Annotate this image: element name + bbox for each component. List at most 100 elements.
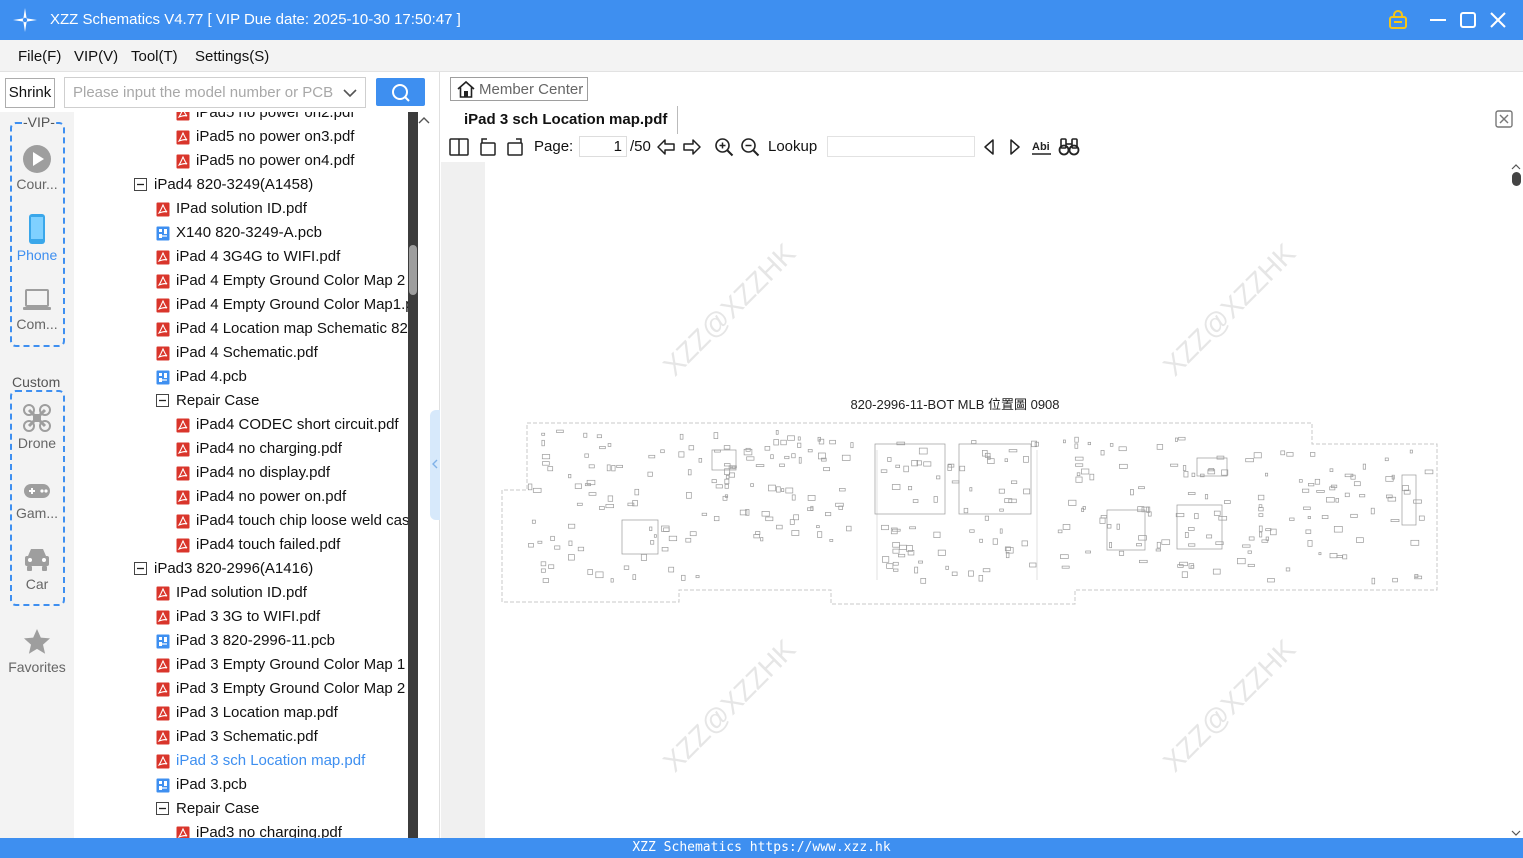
lock-icon[interactable] — [1387, 9, 1409, 31]
search-input[interactable] — [65, 78, 340, 107]
binoculars-icon[interactable] — [1058, 137, 1080, 157]
collapse-toggle-icon[interactable] — [156, 394, 169, 407]
category-car[interactable]: Car — [0, 544, 74, 592]
board-component — [648, 454, 656, 459]
board-component — [791, 494, 796, 501]
rotate-left-icon[interactable] — [478, 137, 498, 157]
board-component — [1188, 527, 1195, 531]
board-component — [1259, 531, 1263, 538]
maximize-icon[interactable] — [1457, 9, 1479, 31]
menu-settings[interactable]: Settings(S) — [195, 48, 269, 65]
category-phone[interactable]: Phone — [0, 213, 74, 263]
board-component — [1011, 480, 1018, 484]
board-component — [701, 512, 708, 516]
pdf-file-icon — [156, 250, 170, 265]
match-whole-word-icon[interactable]: Abi — [1031, 137, 1053, 157]
board-component — [577, 546, 585, 552]
tree-item-label: iPad 4 Location map Schematic 820 — [176, 320, 408, 337]
board-component — [542, 578, 549, 583]
panel-splitter-handle[interactable] — [430, 410, 440, 520]
board-component — [743, 448, 753, 456]
pdf-file-icon — [156, 322, 170, 337]
board-component — [1280, 450, 1286, 456]
viewer-scrollbar[interactable] — [1509, 162, 1523, 838]
board-component — [773, 439, 779, 446]
tree-scroll-thumb[interactable] — [409, 245, 417, 295]
collapse-toggle-icon[interactable] — [134, 178, 147, 191]
document-tab[interactable]: iPad 3 sch Location map.pdf — [450, 106, 678, 134]
board-component — [1075, 476, 1083, 483]
pdf-file-icon — [176, 418, 190, 433]
board-component — [1413, 499, 1422, 504]
collapse-toggle-icon[interactable] — [156, 802, 169, 815]
zoom-out-icon[interactable] — [740, 137, 760, 157]
tree-item-label: iPad 3 Location map.pdf — [176, 704, 338, 721]
board-component — [634, 488, 640, 496]
chevron-down-icon[interactable] — [342, 86, 358, 100]
pdf-page-area[interactable]: XZZ@XZZHK XZZ@XZZHK XZZ@XZZHK XZZ@XZZHK … — [441, 162, 1523, 838]
board-component — [661, 525, 670, 532]
rotate-right-icon[interactable] — [505, 137, 525, 157]
pdf-toolbar: Page: /50 Lookup Abi — [441, 134, 1523, 161]
board-component — [999, 508, 1004, 512]
board-component — [725, 475, 730, 480]
category-computer[interactable]: Com... — [0, 286, 74, 332]
board-component — [1182, 465, 1187, 471]
board-component — [650, 540, 655, 545]
zoom-in-icon[interactable] — [714, 137, 734, 157]
viewer-scroll-thumb[interactable] — [1512, 172, 1521, 186]
tree-item-label: IPad solution ID.pdf — [176, 584, 307, 601]
tree-scroll-track[interactable] — [408, 112, 418, 838]
page-number-input[interactable] — [579, 136, 627, 157]
board-component — [1424, 469, 1434, 475]
board-component — [846, 525, 852, 532]
member-center-button[interactable]: Member Center — [450, 77, 588, 101]
two-page-view-icon[interactable] — [449, 137, 469, 157]
board-component — [892, 561, 899, 566]
pdf-file-icon — [176, 826, 190, 838]
shrink-button[interactable]: Shrink — [5, 78, 55, 108]
board-component — [1107, 524, 1112, 529]
menu-tool[interactable]: Tool(T) — [131, 48, 178, 65]
close-document-icon[interactable] — [1495, 110, 1513, 128]
find-previous-icon[interactable] — [980, 137, 998, 157]
chevron-up-icon[interactable] — [1511, 163, 1521, 170]
document-tab-label: iPad 3 sch Location map.pdf — [464, 111, 668, 128]
board-component — [764, 446, 771, 451]
pdf-file-icon — [176, 112, 190, 121]
menu-file[interactable]: File(F) — [18, 48, 61, 65]
lookup-input[interactable] — [827, 136, 975, 157]
tree-item-label: iPad 4 3G4G to WIFI.pdf — [176, 248, 341, 265]
board-component — [1298, 479, 1303, 483]
board-component — [1023, 456, 1029, 463]
pdf-file-icon — [156, 586, 170, 601]
board-component — [992, 538, 998, 545]
tree-scrollbar[interactable] — [408, 112, 418, 838]
chevron-up-icon[interactable] — [418, 116, 430, 124]
next-page-arrow-icon[interactable] — [682, 137, 702, 157]
watermark: XZZ@XZZHK — [1157, 237, 1302, 382]
board-component — [850, 442, 854, 449]
category-game[interactable]: Gam... — [0, 479, 74, 521]
laptop-icon — [23, 289, 51, 310]
find-next-icon[interactable] — [1006, 137, 1024, 157]
board-component — [1100, 515, 1108, 519]
collapse-toggle-icon[interactable] — [134, 562, 147, 575]
board-component — [895, 464, 900, 468]
board-component — [527, 483, 533, 491]
close-icon[interactable] — [1487, 9, 1509, 31]
category-courses[interactable]: Cour... — [0, 144, 74, 192]
favorites-button[interactable]: Favorites — [0, 627, 74, 675]
minimize-icon[interactable] — [1427, 9, 1449, 31]
category-drone[interactable]: Drone — [0, 403, 74, 451]
board-component — [1156, 541, 1161, 549]
board-component — [1392, 577, 1398, 583]
pcb-file-icon — [156, 778, 170, 793]
search-button[interactable] — [376, 78, 425, 106]
board-component — [776, 524, 783, 530]
chevron-down-icon[interactable] — [1511, 830, 1521, 837]
previous-page-arrow-icon[interactable] — [656, 137, 676, 157]
menu-vip[interactable]: VIP(V) — [74, 48, 118, 65]
board-component — [1258, 507, 1264, 512]
board-component — [982, 568, 991, 573]
